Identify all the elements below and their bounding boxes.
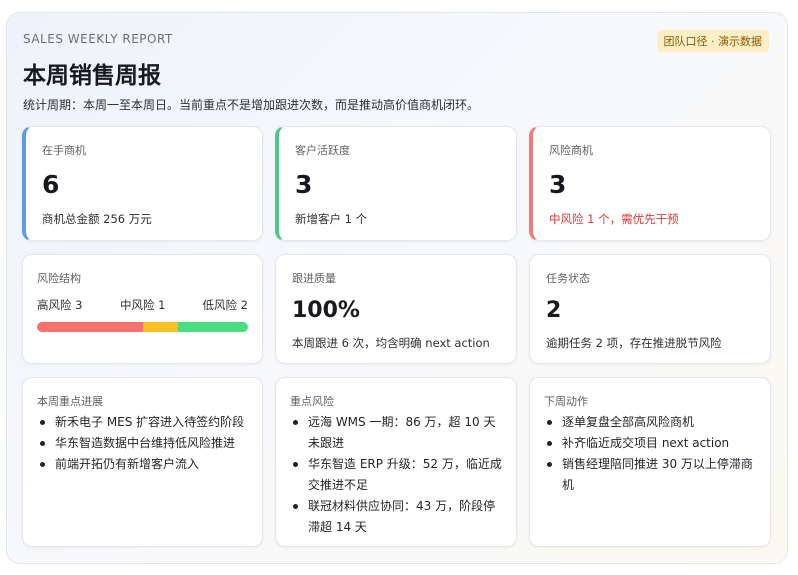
kpi-label: 风险商机 xyxy=(549,144,593,157)
task-status-card: 任务状态 2 逾期任务 2 项，存在推进脱节风险 xyxy=(529,254,771,364)
task-status-note: 逾期任务 2 项，存在推进脱节风险 xyxy=(546,336,722,350)
list-item: 前端开拓仍有新增客户流入 xyxy=(37,454,252,475)
key-risks-list: 远海 WMS 一期：86 万，超 10 天未跟进 华东智造 ERP 升级：52 … xyxy=(290,412,506,538)
risk-structure-card: 风险结构 高风险 3 中风险 1 低风险 2 xyxy=(22,254,263,364)
progress-list: 新禾电子 MES 扩容进入待签约阶段 华东智造数据中台维持低风险推进 前端开拓仍… xyxy=(37,412,252,475)
next-actions-card: 下周动作 逐单复盘全部高风险商机 补齐临近成交项目 next action 销售… xyxy=(529,377,771,547)
kpi-card-risk: 风险商机 3 中风险 1 个，需优先干预 xyxy=(529,126,771,241)
report-eyebrow: SALES WEEKLY REPORT xyxy=(23,32,173,46)
page-subtitle: 统计周期：本周一至本周日。当前重点不是增加跟进次数，而是推动高价值商机闭环。 xyxy=(23,98,480,112)
risk-distribution-bar xyxy=(37,322,248,332)
list-item: 华东智造 ERP 升级：52 万，临近成交推进不足 xyxy=(290,454,506,496)
risk-segment-mid xyxy=(142,322,178,332)
progress-card: 本周重点进展 新禾电子 MES 扩容进入待签约阶段 华东智造数据中台维持低风险推… xyxy=(22,377,263,547)
list-item: 联冠材料供应协同：43 万，阶段停滞超 14 天 xyxy=(290,496,506,538)
list-item: 新禾电子 MES 扩容进入待签约阶段 xyxy=(37,412,252,433)
kpi-card-opportunities: 在手商机 6 商机总金额 256 万元 xyxy=(22,126,263,241)
kpi-label: 在手商机 xyxy=(42,144,86,157)
follow-quality-value: 100% xyxy=(292,298,360,323)
data-source-badge: 团队口径 · 演示数据 xyxy=(656,30,769,52)
report-frame: SALES WEEKLY REPORT 团队口径 · 演示数据 本周销售周报 统… xyxy=(6,12,788,564)
key-risks-label: 重点风险 xyxy=(290,395,334,408)
risk-segment-high xyxy=(37,322,143,332)
kpi-note-warning: 中风险 1 个，需优先干预 xyxy=(549,212,679,226)
mid-risk-label: 中风险 1 xyxy=(120,298,166,312)
key-risks-card: 重点风险 远海 WMS 一期：86 万，超 10 天未跟进 华东智造 ERP 升… xyxy=(275,377,517,547)
risk-segment-low xyxy=(177,322,248,332)
follow-quality-label: 跟进质量 xyxy=(292,272,336,285)
list-item: 补齐临近成交项目 next action xyxy=(544,433,760,454)
kpi-note: 新增客户 1 个 xyxy=(295,212,368,226)
list-item: 逐单复盘全部高风险商机 xyxy=(544,412,760,433)
list-item: 远海 WMS 一期：86 万，超 10 天未跟进 xyxy=(290,412,506,454)
high-risk-label: 高风险 3 xyxy=(37,298,83,312)
task-status-label: 任务状态 xyxy=(546,272,590,285)
progress-label: 本周重点进展 xyxy=(37,395,103,408)
list-item: 华东智造数据中台维持低风险推进 xyxy=(37,433,252,454)
low-risk-label: 低风险 2 xyxy=(202,298,248,312)
task-status-value: 2 xyxy=(546,298,562,323)
kpi-value: 3 xyxy=(549,170,567,199)
next-actions-list: 逐单复盘全部高风险商机 补齐临近成交项目 next action 销售经理陪同推… xyxy=(544,412,760,496)
risk-structure-label: 风险结构 xyxy=(37,272,81,285)
follow-quality-card: 跟进质量 100% 本周跟进 6 次，均含明确 next action xyxy=(275,254,517,364)
next-actions-label: 下周动作 xyxy=(544,395,588,408)
kpi-value: 3 xyxy=(295,170,313,199)
follow-quality-note: 本周跟进 6 次，均含明确 next action xyxy=(292,336,490,350)
list-item: 销售经理陪同推进 30 万以上停滞商机 xyxy=(544,454,760,496)
kpi-card-activity: 客户活跃度 3 新增客户 1 个 xyxy=(275,126,517,241)
kpi-note: 商机总金额 256 万元 xyxy=(42,212,152,226)
page-title: 本周销售周报 xyxy=(23,63,161,89)
kpi-value: 6 xyxy=(42,170,60,199)
kpi-label: 客户活跃度 xyxy=(295,144,350,157)
